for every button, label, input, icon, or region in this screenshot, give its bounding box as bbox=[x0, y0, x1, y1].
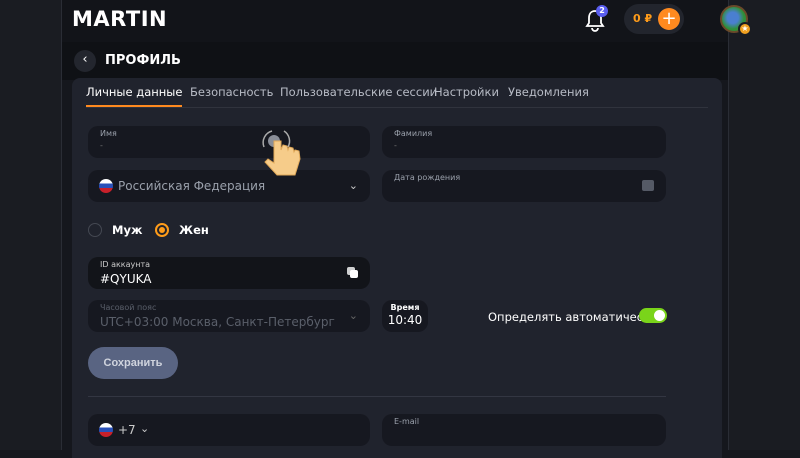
tab-personal[interactable]: Личные данные bbox=[86, 85, 183, 107]
header: MARTIN 2 0 ₽ + bbox=[62, 0, 728, 42]
deposit-plus-button[interactable]: + bbox=[658, 8, 680, 30]
logo[interactable]: MARTIN bbox=[72, 7, 167, 31]
russia-flag-icon bbox=[99, 423, 113, 437]
account-id-field[interactable]: ID аккаунта #QYUKA bbox=[88, 257, 370, 289]
auto-detect-toggle[interactable] bbox=[639, 308, 667, 323]
title-bar: ‹ ПРОФИЛЬ bbox=[62, 42, 728, 80]
tab-notifications[interactable]: Уведомления bbox=[508, 85, 589, 99]
balance[interactable]: 0 ₽ + bbox=[624, 4, 684, 34]
chevron-down-icon: ⌄ bbox=[348, 179, 358, 192]
gender-male-label: Муж bbox=[112, 223, 143, 237]
divider bbox=[88, 396, 666, 397]
email-field[interactable]: E-mail bbox=[382, 414, 666, 446]
page-title: ПРОФИЛЬ bbox=[105, 53, 181, 68]
phone-field[interactable]: +7 ⌄ bbox=[88, 414, 370, 446]
time-display: Время 10:40 bbox=[382, 300, 428, 332]
star-icon: ★ bbox=[738, 22, 752, 36]
notification-badge: 2 bbox=[596, 5, 608, 17]
tabs: Личные данные Безопасность Пользовательс… bbox=[86, 78, 708, 108]
left-sidebar bbox=[0, 0, 62, 450]
copy-icon[interactable] bbox=[347, 267, 358, 278]
gender-male-radio[interactable] bbox=[88, 223, 102, 237]
auto-detect-label: Определять автоматически bbox=[488, 310, 658, 324]
country-select[interactable]: Российская Федерация ⌄ bbox=[88, 170, 370, 202]
birthdate-field[interactable]: Дата рождения bbox=[382, 170, 666, 202]
gender-female-label: Жен bbox=[179, 223, 209, 237]
save-button[interactable]: Сохранить bbox=[88, 347, 178, 379]
russia-flag-icon bbox=[99, 179, 113, 193]
chevron-down-icon[interactable]: ⌄ bbox=[140, 422, 149, 435]
tab-settings[interactable]: Настройки bbox=[434, 85, 499, 99]
first-name-field[interactable]: Имя - bbox=[88, 126, 370, 158]
chevron-down-icon: ⌄ bbox=[348, 309, 358, 322]
profile-panel: Личные данные Безопасность Пользовательс… bbox=[72, 78, 722, 458]
right-sidebar bbox=[728, 0, 800, 450]
tap-hand-icon bbox=[262, 130, 301, 176]
back-button[interactable]: ‹ bbox=[74, 50, 96, 72]
calendar-icon[interactable] bbox=[642, 180, 654, 191]
tab-sessions[interactable]: Пользовательские сессии bbox=[280, 85, 437, 99]
last-name-field[interactable]: Фамилия - bbox=[382, 126, 666, 158]
timezone-select[interactable]: Часовой пояс UTC+03:00 Москва, Санкт-Пет… bbox=[88, 300, 370, 332]
gender-female-radio[interactable] bbox=[155, 223, 169, 237]
tab-security[interactable]: Безопасность bbox=[190, 85, 273, 99]
